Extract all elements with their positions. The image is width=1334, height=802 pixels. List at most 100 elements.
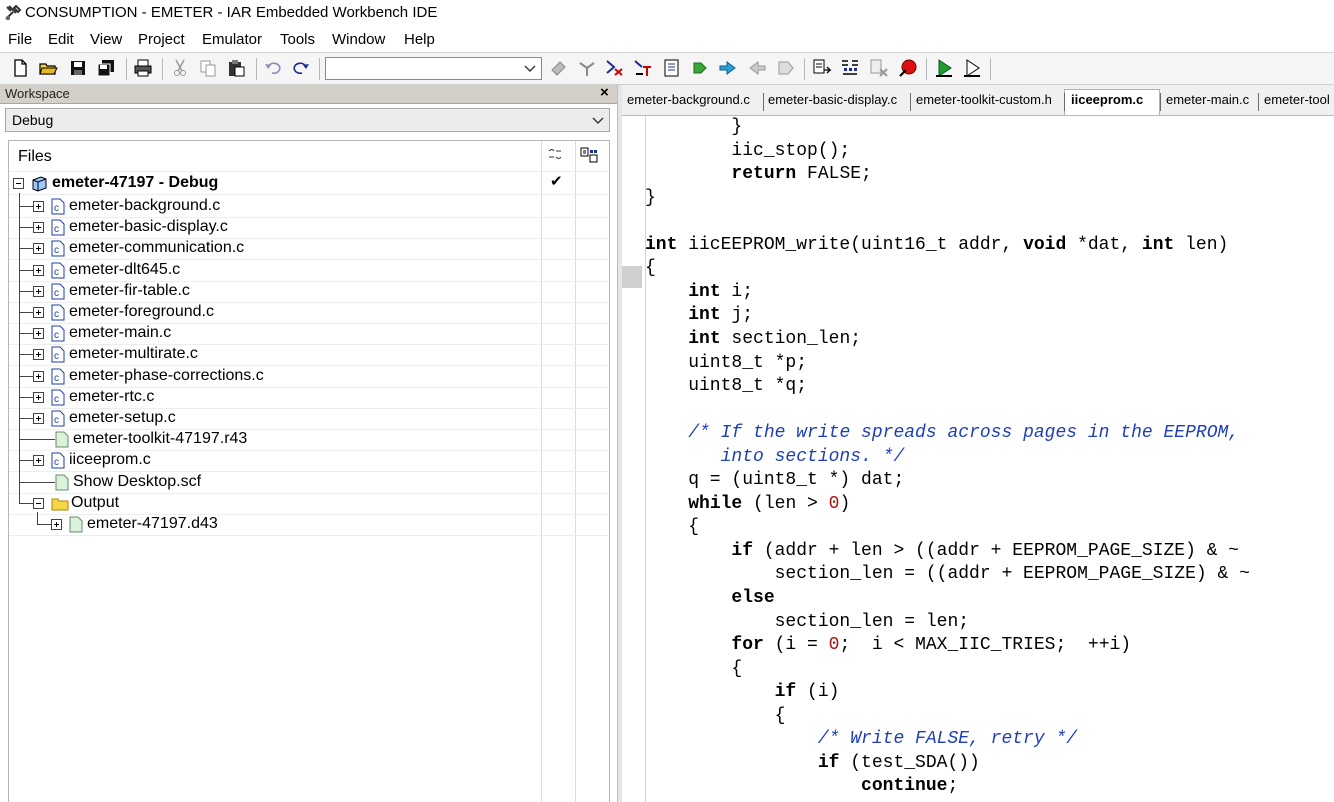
tree-row[interactable]: emeter-toolkit-47197.r43 — [9, 427, 609, 450]
tree-row[interactable]: c emeter-foreground.c — [9, 300, 609, 323]
expand-icon[interactable] — [33, 455, 44, 466]
tree-row[interactable]: c emeter-multirate.c — [9, 342, 609, 365]
tab-emeter-toolkit[interactable]: emeter-tool — [1264, 92, 1330, 107]
compile-icon[interactable] — [812, 58, 832, 78]
code-line[interactable]: if (addr + len > ((addr + EEPROM_PAGE_SI… — [645, 540, 1239, 563]
collapse-icon[interactable] — [13, 178, 24, 189]
save-icon[interactable] — [68, 58, 88, 78]
code-line[interactable]: int section_len; — [645, 328, 861, 351]
go-to-line-icon[interactable] — [662, 58, 682, 78]
tree-row[interactable]: c emeter-setup.c — [9, 406, 609, 429]
open-folder-icon[interactable] — [38, 58, 58, 78]
step-back-icon[interactable] — [747, 58, 767, 78]
expand-icon[interactable] — [33, 222, 44, 233]
debug-icon[interactable] — [934, 58, 954, 78]
toggle-breakpoint-icon[interactable] — [898, 58, 918, 78]
code-line[interactable]: /* Write FALSE, retry */ — [645, 728, 1077, 751]
find-combobox[interactable] — [325, 57, 542, 80]
tree-row-project[interactable]: emeter-47197 - Debug ✔ — [9, 173, 609, 194]
code-line[interactable]: } — [645, 187, 656, 210]
code-line[interactable]: iic_stop(); — [645, 140, 850, 163]
tab-emeter-main[interactable]: emeter-main.c — [1166, 92, 1249, 107]
code-line[interactable]: q = (uint8_t *) dat; — [645, 469, 904, 492]
editor-gutter[interactable] — [622, 116, 646, 802]
code-line[interactable]: if (i) — [645, 681, 840, 704]
code-line[interactable]: uint8_t *q; — [645, 375, 807, 398]
find-in-files-icon[interactable] — [577, 58, 597, 78]
code-line[interactable]: while (len > 0) — [645, 493, 850, 516]
code-line[interactable]: into sections. */ — [645, 446, 905, 469]
print-icon[interactable] — [133, 58, 153, 78]
tree-row[interactable]: c emeter-fir-table.c — [9, 279, 609, 302]
code-line[interactable]: section_len = len; — [645, 611, 969, 634]
tab-iiceeprom[interactable]: iiceeprom.c — [1071, 92, 1143, 107]
paste-icon[interactable] — [226, 58, 246, 78]
tree-row[interactable]: Show Desktop.scf — [9, 470, 609, 493]
collapse-icon[interactable] — [33, 498, 44, 509]
expand-icon[interactable] — [51, 519, 62, 530]
expand-icon[interactable] — [33, 286, 44, 297]
tab-emeter-background[interactable]: emeter-background.c — [627, 92, 750, 107]
cut-icon[interactable] — [170, 58, 190, 78]
expand-icon[interactable] — [33, 371, 44, 382]
tab-emeter-toolkit-custom[interactable]: emeter-toolkit-custom.h — [916, 92, 1052, 107]
expand-icon[interactable] — [33, 243, 44, 254]
expand-icon[interactable] — [33, 413, 44, 424]
menu-file[interactable]: File — [8, 31, 32, 48]
goto-bookmark-icon[interactable] — [633, 58, 653, 78]
menu-window[interactable]: Window — [332, 31, 385, 48]
expand-icon[interactable] — [33, 392, 44, 403]
options-column-icon[interactable] — [580, 147, 598, 163]
tree-row[interactable]: c emeter-phase-corrections.c — [9, 364, 609, 387]
code-line[interactable]: if (test_SDA()) — [645, 752, 980, 775]
code-line[interactable]: int iicEEPROM_write(uint16_t addr, void … — [645, 234, 1228, 257]
code-line[interactable]: for (i = 0; i < MAX_IIC_TRIES; ++i) — [645, 634, 1131, 657]
code-line[interactable]: uint8_t *p; — [645, 352, 807, 375]
navigate-forward-icon[interactable] — [718, 58, 738, 78]
expand-icon[interactable] — [33, 349, 44, 360]
files-column-header[interactable]: Files — [18, 148, 52, 166]
find-icon[interactable] — [549, 58, 569, 78]
code-line[interactable]: { — [645, 257, 656, 280]
configuration-select[interactable]: Debug — [5, 108, 610, 132]
build-status-icon[interactable] — [547, 147, 563, 163]
tree-row[interactable]: c emeter-basic-display.c — [9, 215, 609, 238]
code-line[interactable]: { — [645, 705, 786, 728]
tree-row[interactable]: c emeter-communication.c — [9, 236, 609, 259]
expand-icon[interactable] — [33, 328, 44, 339]
code-line[interactable]: { — [645, 516, 699, 539]
code-line[interactable]: section_len = ((addr + EEPROM_PAGE_SIZE)… — [645, 563, 1250, 586]
save-all-icon[interactable] — [96, 58, 116, 78]
code-line[interactable]: return FALSE; — [645, 163, 871, 186]
chevron-down-icon[interactable] — [522, 60, 538, 76]
navigate-back-icon[interactable] — [690, 58, 710, 78]
code-line[interactable]: continue; — [645, 775, 958, 798]
menu-view[interactable]: View — [90, 31, 122, 48]
tree-row[interactable]: c emeter-main.c — [9, 321, 609, 344]
redo-icon[interactable] — [291, 58, 311, 78]
tree-row[interactable]: emeter-47197.d43 — [9, 512, 609, 535]
step-forward-icon[interactable] — [776, 58, 796, 78]
code-line[interactable]: int j; — [645, 304, 753, 327]
menu-project[interactable]: Project — [138, 31, 185, 48]
menu-help[interactable]: Help — [404, 31, 435, 48]
menu-emulator[interactable]: Emulator — [202, 31, 262, 48]
tree-row[interactable]: c emeter-dlt645.c — [9, 258, 609, 281]
code-area[interactable]: } iic_stop(); return FALSE;} int iicEEPRO… — [645, 116, 1334, 802]
code-line[interactable]: /* If the write spreads across pages in … — [645, 422, 1239, 445]
code-line[interactable]: { — [645, 658, 742, 681]
tree-row[interactable]: c emeter-rtc.c — [9, 385, 609, 408]
chevron-down-icon[interactable] — [591, 113, 605, 127]
copy-icon[interactable] — [198, 58, 218, 78]
tree-row[interactable]: c iiceeprom.c — [9, 448, 609, 471]
new-file-icon[interactable] — [10, 58, 30, 78]
code-line[interactable]: else — [645, 587, 774, 610]
stop-build-icon[interactable] — [869, 58, 889, 78]
expand-icon[interactable] — [33, 307, 44, 318]
make-icon[interactable] — [840, 58, 860, 78]
close-icon[interactable]: × — [600, 84, 609, 101]
toggle-bookmark-icon[interactable] — [605, 58, 625, 78]
debug-without-download-icon[interactable] — [962, 58, 982, 78]
undo-icon[interactable] — [263, 58, 283, 78]
expand-icon[interactable] — [33, 201, 44, 212]
